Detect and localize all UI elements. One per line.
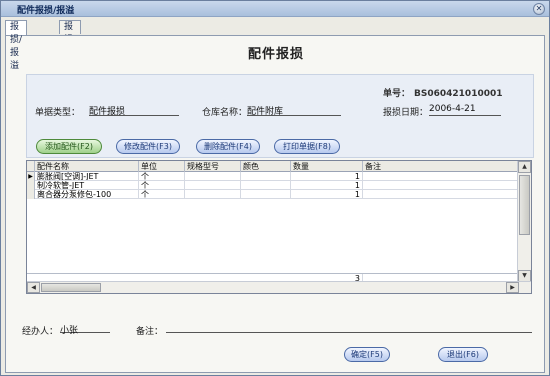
- cell-qty[interactable]: 1: [291, 172, 363, 181]
- row-header-corner: [27, 161, 35, 172]
- main-panel: 配件报损 单号： BS060421010001 单据类型： 配件报损 仓库名称： …: [5, 35, 545, 373]
- cell-qty[interactable]: 1: [291, 190, 363, 199]
- window-title: 配件报损/报溢: [17, 6, 75, 16]
- col-header-color[interactable]: 颜色: [241, 161, 291, 172]
- doc-number-label: 单号：: [383, 89, 411, 99]
- app-window: 配件报损/报溢 ✕ 报损/报溢 报损/报溢查询 配件报损 单号：BS060421…: [0, 0, 550, 376]
- handler-label: 经办人：: [22, 327, 59, 337]
- current-row-icon: ▶: [27, 172, 35, 181]
- add-part-button[interactable]: 添加配件(F2): [36, 139, 102, 154]
- col-header-unit[interactable]: 单位: [139, 161, 185, 172]
- doc-number: 单号： BS060421010001: [383, 86, 503, 99]
- vertical-scroll-thumb[interactable]: [519, 175, 530, 235]
- cell-remark[interactable]: [363, 181, 518, 190]
- close-icon[interactable]: ✕: [533, 3, 545, 15]
- cell-color[interactable]: [241, 181, 291, 190]
- page-title: 配件报损: [247, 47, 304, 62]
- table-row[interactable]: 离合器分泵修包-100 个 1: [27, 190, 518, 199]
- col-header-spec[interactable]: 规格型号: [185, 161, 241, 172]
- cell-spec[interactable]: [185, 190, 241, 199]
- cell-remark[interactable]: [363, 190, 518, 199]
- doc-number-value: BS060421010001: [414, 89, 503, 99]
- remark-field[interactable]: [166, 323, 532, 333]
- tab-report-query[interactable]: 报损/报溢查询: [59, 20, 82, 97]
- cell-spec[interactable]: [185, 172, 241, 181]
- delete-part-button[interactable]: 删除配件(F4): [196, 139, 260, 154]
- horizontal-scroll-thumb[interactable]: [41, 283, 101, 292]
- col-header-remark[interactable]: 备注: [363, 161, 518, 172]
- doc-type-label: 单据类型：: [35, 108, 81, 118]
- cell-name[interactable]: 制冷软管-JET: [35, 181, 139, 190]
- ok-button[interactable]: 确定(F5): [344, 347, 390, 362]
- date-field[interactable]: 2006-4-21: [429, 104, 501, 116]
- exit-button[interactable]: 退出(F6): [438, 347, 488, 362]
- cell-color[interactable]: [241, 172, 291, 181]
- print-document-button[interactable]: 打印单据(F8): [274, 139, 340, 154]
- col-header-qty[interactable]: 数量: [291, 161, 363, 172]
- cell-remark[interactable]: [363, 172, 518, 181]
- cell-unit[interactable]: 个: [139, 190, 185, 199]
- parts-grid[interactable]: 配件名称 单位 规格型号 颜色 数量 备注 ▶ 膨胀阀[空调]-JET 个 1 …: [26, 160, 532, 294]
- cell-unit[interactable]: 个: [139, 172, 185, 181]
- cell-name[interactable]: 膨胀阀[空调]-JET: [35, 172, 139, 181]
- scroll-up-icon[interactable]: ▲: [518, 161, 531, 173]
- col-header-name[interactable]: 配件名称: [35, 161, 139, 172]
- cell-name[interactable]: 离合器分泵修包-100: [35, 190, 139, 199]
- cell-spec[interactable]: [185, 181, 241, 190]
- row-indicator: [27, 190, 35, 199]
- scroll-right-icon[interactable]: ▶: [506, 282, 519, 293]
- cell-color[interactable]: [241, 190, 291, 199]
- warehouse-field[interactable]: 配件附库: [247, 104, 341, 117]
- doc-type-field[interactable]: 配件报损: [89, 104, 179, 117]
- warehouse-label: 仓库名称：: [202, 108, 248, 118]
- vertical-scrollbar[interactable]: ▲ ▼: [517, 161, 531, 282]
- edit-part-button[interactable]: 修改配件(F3): [116, 139, 180, 154]
- title-bar[interactable]: 配件报损/报溢 ✕: [1, 1, 549, 17]
- table-row[interactable]: 制冷软管-JET 个 1: [27, 181, 518, 190]
- table-row[interactable]: ▶ 膨胀阀[空调]-JET 个 1: [27, 172, 518, 181]
- cell-unit[interactable]: 个: [139, 181, 185, 190]
- remark-label: 备注：: [136, 327, 164, 337]
- handler-field[interactable]: 小张: [60, 323, 110, 336]
- cell-qty[interactable]: 1: [291, 181, 363, 190]
- scroll-left-icon[interactable]: ◀: [27, 282, 40, 293]
- horizontal-scrollbar[interactable]: ◀ ▶: [27, 281, 531, 293]
- grid-header: 配件名称 单位 规格型号 颜色 数量 备注: [27, 161, 518, 172]
- tab-report-loss[interactable]: 报损/报溢: [5, 20, 28, 71]
- date-label: 报损日期：: [383, 108, 429, 118]
- row-indicator: [27, 181, 35, 190]
